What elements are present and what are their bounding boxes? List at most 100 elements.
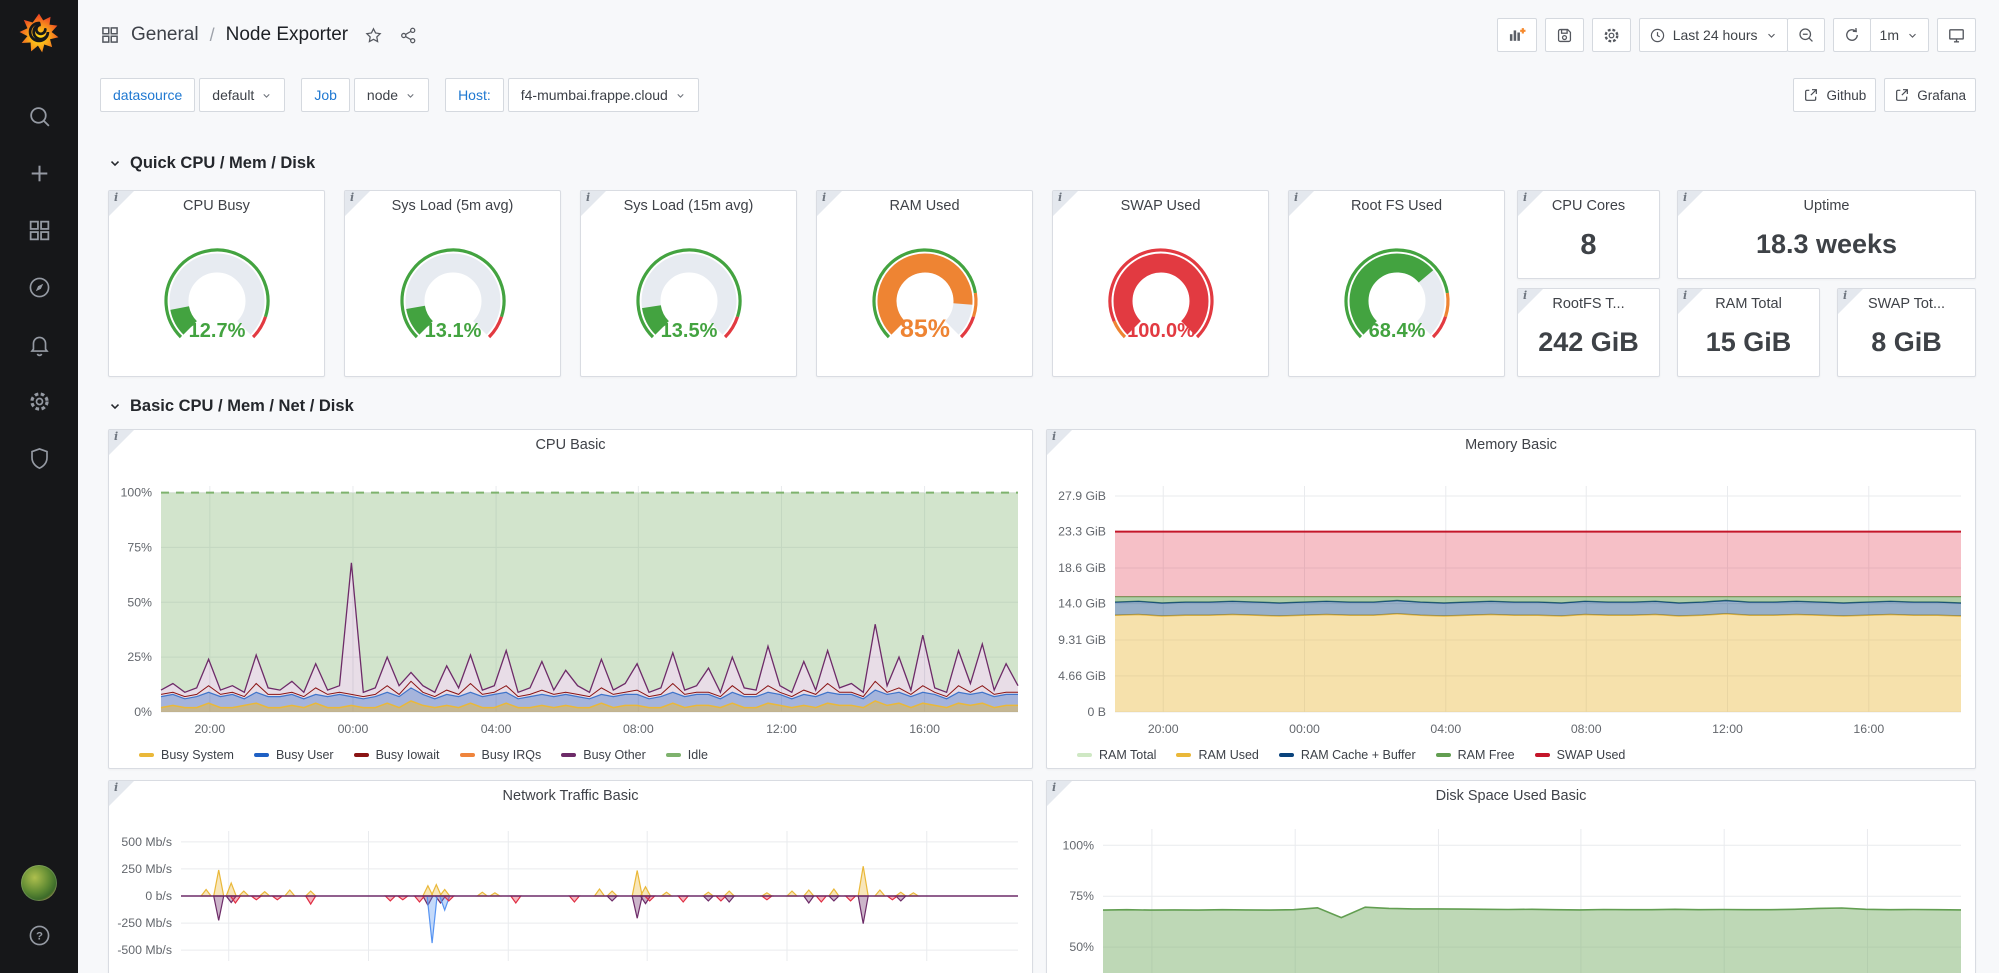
network-traffic-basic-plot[interactable]: 500 Mb/s250 Mb/s0 b/s-250 Mb/s-500 Mb/s2…: [109, 781, 1034, 973]
dashboard-links: Github Grafana: [1793, 78, 1976, 112]
legend-item-ram-used[interactable]: RAM Used: [1176, 748, 1258, 762]
disk-space-used-basic-plot[interactable]: 100%75%50%25%0%20:0000:0004:0008:0012:00…: [1047, 781, 1977, 973]
sidebar-nav: [0, 88, 78, 487]
github-link-button[interactable]: Github: [1793, 78, 1876, 112]
filter-datasource-label[interactable]: datasource: [100, 78, 195, 112]
save-dashboard-button[interactable]: [1545, 18, 1584, 52]
panel-info-icon[interactable]: i: [1047, 430, 1072, 455]
zoom-out-button[interactable]: [1787, 18, 1825, 52]
monitor-icon: [1947, 26, 1966, 45]
panel-info-icon[interactable]: i: [1518, 191, 1543, 216]
panel-info-icon[interactable]: i: [345, 191, 370, 216]
time-range-picker[interactable]: Last 24 hours: [1639, 18, 1788, 52]
legend-item-busy-system[interactable]: Busy System: [139, 748, 234, 762]
legend-item-busy-user[interactable]: Busy User: [254, 748, 334, 762]
panel-title[interactable]: RAM Used: [817, 198, 1032, 214]
gauge-value: 68.4%: [1368, 320, 1425, 342]
filter-job-value[interactable]: node: [354, 78, 429, 112]
sidebar-item-alerting[interactable]: [0, 316, 78, 373]
panel-title[interactable]: Disk Space Used Basic: [1047, 788, 1975, 804]
panel-title[interactable]: CPU Basic: [109, 437, 1032, 453]
panel-info-icon[interactable]: i: [1518, 289, 1543, 314]
section-row-quick[interactable]: Quick CPU / Mem / Disk: [108, 148, 1976, 178]
panel-title[interactable]: SWAP Used: [1053, 198, 1268, 214]
shield-icon: [27, 446, 52, 471]
filter-host-value[interactable]: f4-mumbai.frappe.cloud: [508, 78, 699, 112]
gear-icon: [27, 389, 52, 414]
panel-info-icon[interactable]: i: [109, 781, 134, 806]
add-panel-button[interactable]: [1497, 18, 1537, 52]
panel-network-traffic-basic: iNetwork Traffic Basic500 Mb/s250 Mb/s0 …: [108, 780, 1033, 973]
svg-text:75%: 75%: [1069, 889, 1094, 903]
panel-info-icon[interactable]: i: [1678, 289, 1703, 314]
grafana-logo[interactable]: [0, 0, 78, 66]
legend-label: RAM Total: [1099, 748, 1156, 762]
legend-item-busy-other[interactable]: Busy Other: [561, 748, 646, 762]
filter-job: Job node: [301, 78, 429, 112]
sidebar-item-configuration[interactable]: [0, 373, 78, 430]
legend-item-busy-irqs[interactable]: Busy IRQs: [460, 748, 542, 762]
panel-title[interactable]: Memory Basic: [1047, 437, 1975, 453]
panel-title[interactable]: CPU Busy: [109, 198, 324, 214]
sidebar-item-server-admin[interactable]: [0, 430, 78, 487]
chevron-down-icon: [405, 90, 416, 101]
panel-info-icon[interactable]: i: [1678, 191, 1703, 216]
panel-cpu-busy: iCPU Busy12.7%: [108, 190, 325, 377]
chevron-down-icon: [108, 399, 122, 413]
panel-uptime: iUptime18.3 weeks: [1677, 190, 1976, 279]
stat-value: 15 GiB: [1678, 327, 1819, 358]
sidebar-item-search[interactable]: [0, 88, 78, 145]
panel-title[interactable]: Uptime: [1678, 198, 1975, 214]
page-title[interactable]: Node Exporter: [226, 24, 349, 46]
sidebar-item-dashboards[interactable]: [0, 202, 78, 259]
refresh-interval-dropdown[interactable]: 1m: [1870, 18, 1929, 52]
filter-host-label[interactable]: Host:: [445, 78, 504, 112]
panel-info-icon[interactable]: i: [581, 191, 606, 216]
time-controls: Last 24 hours: [1639, 18, 1825, 52]
sidebar-item-explore[interactable]: [0, 259, 78, 316]
legend-item-ram-total[interactable]: RAM Total: [1077, 748, 1156, 762]
legend-item-idle[interactable]: Idle: [666, 748, 708, 762]
gauge-value: 13.1%: [424, 320, 481, 342]
sidebar-item-help[interactable]: ?: [0, 913, 78, 957]
grafana-link-button[interactable]: Grafana: [1884, 78, 1976, 112]
user-avatar[interactable]: [21, 865, 57, 901]
panel-info-icon[interactable]: i: [109, 430, 134, 455]
panel-info-icon[interactable]: i: [109, 191, 134, 216]
panel-info-icon[interactable]: i: [1838, 289, 1863, 314]
legend-label: SWAP Used: [1557, 748, 1626, 762]
refresh-button[interactable]: [1833, 18, 1871, 52]
section-row-basic[interactable]: Basic CPU / Mem / Net / Disk: [108, 391, 1976, 421]
filter-datasource-value[interactable]: default: [199, 78, 285, 112]
panel-title[interactable]: Network Traffic Basic: [109, 788, 1032, 804]
sidebar-item-create[interactable]: [0, 145, 78, 202]
panel-info-icon[interactable]: i: [817, 191, 842, 216]
panel-info-icon[interactable]: i: [1053, 191, 1078, 216]
save-icon: [1555, 26, 1574, 45]
add-panel-icon: [1507, 25, 1527, 45]
cpu-basic-plot[interactable]: 100%75%50%25%0%20:0000:0004:0008:0012:00…: [109, 430, 1034, 770]
legend-item-busy-iowait[interactable]: Busy Iowait: [354, 748, 440, 762]
svg-text:20:00: 20:00: [194, 722, 225, 736]
legend-item-ram-free[interactable]: RAM Free: [1436, 748, 1515, 762]
main-area: General / Node Exporter: [78, 0, 1999, 973]
cycle-view-mode-button[interactable]: [1937, 18, 1976, 52]
filter-job-label[interactable]: Job: [301, 78, 350, 112]
panel-info-icon[interactable]: i: [1289, 191, 1314, 216]
legend-item-swap-used[interactable]: SWAP Used: [1535, 748, 1626, 762]
svg-text:-250 Mb/s: -250 Mb/s: [117, 916, 172, 930]
svg-text:08:00: 08:00: [623, 722, 654, 736]
share-icon[interactable]: [399, 26, 418, 45]
panel-title[interactable]: Root FS Used: [1289, 198, 1504, 214]
svg-text:23.3 GiB: 23.3 GiB: [1058, 525, 1106, 539]
dashboard-settings-button[interactable]: [1592, 18, 1631, 52]
legend-swatch: [1077, 753, 1092, 757]
memory-basic-plot[interactable]: 27.9 GiB23.3 GiB18.6 GiB14.0 GiB9.31 GiB…: [1047, 430, 1977, 770]
legend-item-ram-cache-buffer[interactable]: RAM Cache + Buffer: [1279, 748, 1416, 762]
panel-title[interactable]: Sys Load (15m avg): [581, 198, 796, 214]
panel-info-icon[interactable]: i: [1047, 781, 1072, 806]
panel-title[interactable]: Sys Load (5m avg): [345, 198, 560, 214]
breadcrumb-folder[interactable]: General: [131, 24, 199, 46]
plus-icon: [27, 161, 52, 186]
favorite-star-icon[interactable]: [364, 26, 383, 45]
